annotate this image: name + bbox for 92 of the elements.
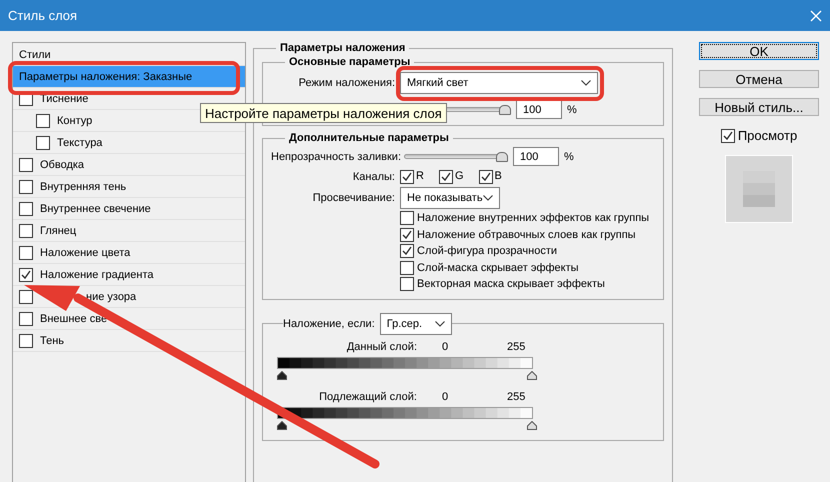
range-thumb-icon[interactable] [277,420,287,430]
preview-label: Просмотр [738,128,798,143]
option-label: Наложение внутренних эффектов как группы [417,212,650,224]
style-label: Внутренняя тень [40,180,126,192]
preview-drawing [743,171,775,207]
checkbox[interactable] [400,244,414,258]
checkbox[interactable] [36,136,50,150]
style-label: ние узора [86,290,136,302]
style-label: Контур [57,114,92,126]
chevron-down-icon [581,80,591,86]
tooltip: Настройте параметры наложения слоя [200,103,447,123]
checkbox[interactable] [720,128,735,142]
styles-heading: Стили [19,48,51,60]
checkbox[interactable] [19,334,33,348]
range-low: 0 [442,341,450,353]
group-title: Основные параметры [288,56,412,68]
field-label: Каналы: [352,170,395,182]
style-item[interactable]: Тиснение [13,88,94,109]
style-item[interactable]: Контур [13,110,98,131]
style-item[interactable]: Параметры наложения: Заказные [13,66,245,87]
group-title: Параметры наложения [279,42,406,54]
style-label: Текстура [57,136,102,148]
channel-label: R [416,170,424,184]
style-item[interactable]: Тень [13,330,70,351]
style-item[interactable]: Внутренняя тень [13,176,132,197]
style-item[interactable]: Наложение цвета [13,242,136,263]
slider[interactable] [404,151,508,162]
field-label: Подлежащий слой: [318,391,417,403]
checkbox[interactable] [19,246,33,260]
chevron-down-icon [483,195,493,201]
style-item[interactable]: Обводка [13,154,90,175]
range-high: 255 [507,391,526,403]
range-thumb-icon[interactable] [277,370,287,380]
checkbox[interactable] [400,170,414,184]
blend-mode-dropdown[interactable]: Мягкий свет [400,72,598,94]
checkbox[interactable] [400,211,414,226]
fill-opacity-input[interactable]: 100 [513,147,559,166]
option-label: Слой-фигура прозрачности [417,245,557,258]
field-label: Наложение, если: [283,318,375,330]
checkbox[interactable] [19,290,33,304]
style-item[interactable]: Текстура [13,132,108,153]
field-label: Просвечивание: [312,192,395,204]
style-label: Наложение градиента [40,268,154,280]
window-title: Стиль слоя [8,8,78,23]
checkbox[interactable] [478,170,493,184]
style-label: Тень [40,334,64,346]
style-item[interactable]: Наложение градиента [13,264,160,285]
checkbox[interactable] [19,312,33,326]
channel-label: G [454,170,464,184]
checkbox[interactable] [19,224,33,238]
style-label: Параметры наложения: Заказные [19,70,192,82]
dialog-button[interactable]: Отмена [699,70,819,88]
chevron-down-icon [434,320,445,326]
checkbox[interactable] [400,277,414,292]
style-label: Обводка [40,158,84,170]
style-label: Наложение цвета [40,246,130,258]
slider-thumb[interactable] [499,105,511,115]
knockout-dropdown[interactable]: Не показывать [400,187,500,209]
checkbox[interactable] [400,260,414,275]
dialog-button[interactable]: Новый стиль... [699,98,819,116]
style-label: Глянец [40,224,76,236]
checkbox[interactable] [400,228,414,242]
style-item[interactable]: ние узора [13,286,142,307]
option-label: Слой-маска скрывает эффекты [417,262,579,274]
unit-label: % [567,104,577,116]
style-label: Внутреннее свечение [40,202,151,214]
checkbox[interactable] [36,114,50,128]
blend-if-dropdown[interactable]: Гр.сер. [380,312,452,334]
unit-label: % [564,150,574,162]
range-thumb-icon[interactable] [527,370,537,380]
field-label: Непрозрачность заливки: [271,150,399,162]
slider-thumb[interactable] [496,152,508,162]
checkbox[interactable] [19,180,33,194]
checkbox[interactable] [438,170,453,184]
field-label: Режим наложения: [298,77,395,89]
range-thumb-icon[interactable] [527,420,537,430]
range-low: 0 [442,391,450,403]
range-high: 255 [507,341,526,353]
checkbox[interactable] [19,158,33,172]
style-label: Тиснение [40,92,88,104]
opacity-input[interactable]: 100 [516,100,562,119]
style-item[interactable]: Глянец [13,220,82,241]
checkbox[interactable] [19,202,33,216]
dialog-button[interactable]: OK [699,42,819,60]
channel-label: B [494,170,502,184]
field-label: Данный слой: [346,341,417,353]
option-label: Векторная маска скрывает эффекты [417,278,605,290]
option-label: Наложение обтравочных слоев как группы [417,228,636,241]
style-item[interactable]: Внутреннее свечение [13,198,157,219]
close-icon[interactable] [810,10,822,22]
checkbox[interactable] [19,268,33,282]
group-title: Дополнительные параметры [288,132,450,144]
